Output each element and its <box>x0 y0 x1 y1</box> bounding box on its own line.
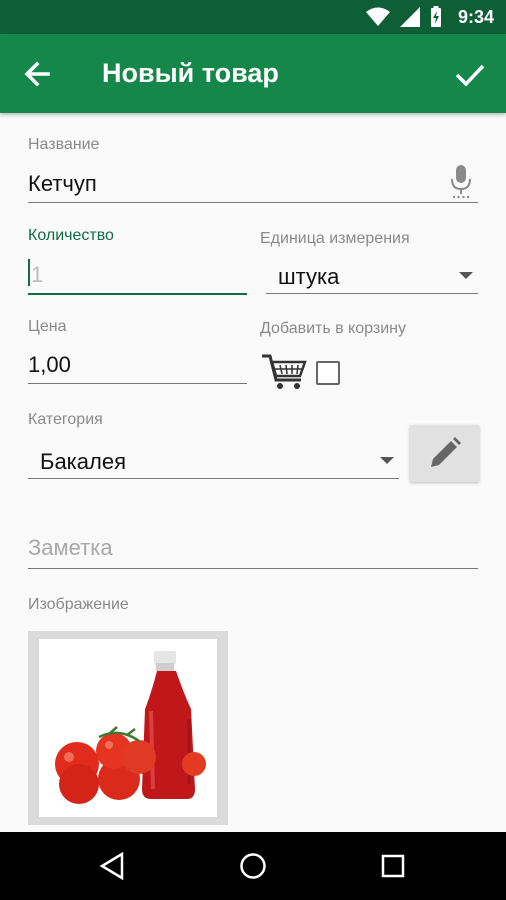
check-icon <box>455 64 485 87</box>
quantity-underline <box>28 293 247 295</box>
unit-label: Единица измерения <box>260 230 410 247</box>
wifi-icon <box>366 7 390 26</box>
save-button[interactable] <box>448 54 492 94</box>
note-placeholder: Заметка <box>28 535 113 560</box>
home-circle-icon <box>240 853 266 879</box>
cart-icon <box>262 354 307 389</box>
chevron-down-icon <box>380 457 394 464</box>
status-bar: 9:34 <box>0 0 506 34</box>
price-label: Цена <box>28 318 67 335</box>
name-underline <box>28 202 478 203</box>
arrow-left-icon <box>24 61 50 87</box>
nav-recents-button[interactable] <box>375 850 411 882</box>
text-cursor <box>28 259 30 286</box>
price-underline <box>28 383 247 384</box>
product-image-content <box>39 639 217 817</box>
category-underline <box>28 478 399 479</box>
edit-category-button[interactable] <box>410 425 479 482</box>
price-input[interactable]: 1,00 <box>28 352 238 378</box>
name-label: Название <box>28 136 100 153</box>
category-dropdown[interactable]: Бакалея <box>28 440 399 480</box>
name-input[interactable]: Кетчуп <box>28 171 428 197</box>
quantity-input[interactable]: 1 <box>31 262 43 288</box>
battery-charging-icon <box>431 6 441 27</box>
quantity-label: Количество <box>28 227 114 244</box>
note-underline <box>28 568 478 569</box>
unit-dropdown[interactable]: штука <box>266 255 478 295</box>
pencil-icon <box>431 437 461 467</box>
add-to-cart-checkbox[interactable] <box>316 361 340 385</box>
nav-home-button[interactable] <box>235 850 271 882</box>
product-image[interactable] <box>28 631 228 825</box>
system-nav-bar <box>0 832 506 900</box>
note-input[interactable]: Заметка <box>28 535 113 561</box>
back-button[interactable] <box>18 54 58 94</box>
add-to-cart-label: Добавить в корзину <box>260 320 407 337</box>
unit-underline <box>266 293 478 294</box>
unit-selected: штука <box>278 264 340 289</box>
status-time: 9:34 <box>457 7 494 27</box>
microphone-icon[interactable] <box>449 165 473 199</box>
status-icons <box>366 6 442 28</box>
chevron-down-icon <box>459 272 473 279</box>
ketchup-image <box>55 651 206 804</box>
category-selected: Бакалея <box>40 449 127 474</box>
app-bar: Новый товар <box>0 34 506 113</box>
signal-icon <box>400 7 420 27</box>
nav-back-button[interactable] <box>96 850 132 882</box>
category-label: Категория <box>28 411 103 428</box>
page-title: Новый товар <box>102 58 279 88</box>
image-label: Изображение <box>28 596 129 613</box>
back-triangle-icon <box>99 851 124 881</box>
recents-square-icon <box>381 854 405 878</box>
